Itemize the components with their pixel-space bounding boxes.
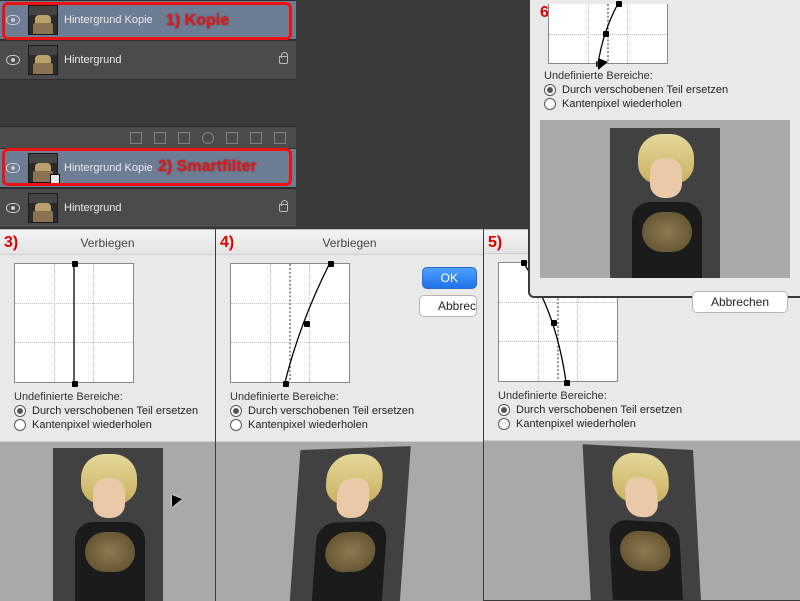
radio-icon — [14, 405, 26, 417]
radio-icon — [230, 405, 242, 417]
radio-replace[interactable]: Durch verschobenen Teil ersetzen — [544, 84, 800, 96]
layer-thumbnail[interactable] — [28, 193, 58, 223]
eye-icon — [6, 15, 20, 25]
radio-icon — [498, 404, 510, 416]
radio-icon — [498, 418, 510, 430]
layer-name[interactable]: Hintergrund — [64, 54, 268, 66]
radio-replace[interactable]: Durch verschobenen Teil ersetzen — [498, 404, 800, 416]
layers-panel-a: Hintergrund Kopie Hintergrund — [0, 0, 296, 80]
eye-icon — [6, 55, 20, 65]
dialog-title: Verbiegen — [0, 230, 215, 255]
lock-slot — [274, 56, 292, 64]
layers-panel-footer — [0, 126, 296, 148]
preview-figure — [289, 446, 411, 601]
step-number: 5) — [488, 234, 502, 252]
lock-icon — [279, 56, 288, 64]
verbiegen-dialog-6: 6) Undefinierte Bereiche: Durch verschob… — [528, 0, 800, 298]
undefined-areas-label: Undefinierte Bereiche: — [230, 391, 483, 403]
visibility-toggle[interactable] — [4, 199, 22, 217]
preview-area — [216, 441, 483, 601]
radio-icon — [230, 419, 242, 431]
visibility-toggle[interactable] — [4, 11, 22, 29]
undefined-areas-label: Undefinierte Bereiche: — [14, 391, 215, 403]
verbiegen-dialog-3: 3) Verbiegen Undefinierte Bereiche: Durc… — [0, 229, 215, 600]
radio-repeat[interactable]: Kantenpixel wiederholen — [498, 418, 800, 430]
radio-icon — [544, 84, 556, 96]
trash-icon[interactable] — [274, 132, 286, 144]
step-number: 4) — [220, 234, 234, 252]
annotation-label-2: 2) Smartfilter — [158, 158, 257, 176]
mask-icon[interactable] — [178, 132, 190, 144]
shear-grid[interactable] — [230, 263, 350, 383]
new-layer-icon[interactable] — [250, 132, 262, 144]
undefined-areas-label: Undefinierte Bereiche: — [544, 70, 800, 82]
layer-thumbnail[interactable] — [28, 45, 58, 75]
radio-icon — [544, 98, 556, 110]
preview-figure — [583, 444, 702, 600]
radio-repeat[interactable]: Kantenpixel wiederholen — [230, 419, 483, 431]
eye-icon — [6, 163, 20, 173]
adjustment-icon[interactable] — [202, 132, 214, 144]
shear-grid[interactable] — [14, 263, 134, 383]
preview-area — [484, 440, 800, 600]
preview-figure — [53, 448, 163, 601]
smart-object-badge-icon — [50, 174, 60, 184]
layer-thumbnail[interactable] — [28, 5, 58, 35]
visibility-toggle[interactable] — [4, 159, 22, 177]
eye-icon — [6, 203, 20, 213]
radio-icon — [14, 419, 26, 431]
dialog-title: Verbiegen — [216, 230, 483, 255]
dialog-buttons: OK Abbrechen — [419, 264, 477, 320]
fx-icon[interactable] — [154, 132, 166, 144]
step-number: 3) — [4, 234, 18, 252]
shear-grid[interactable] — [548, 4, 668, 64]
preview-area — [540, 120, 790, 278]
layer-name[interactable]: Hintergrund — [64, 202, 268, 214]
verbiegen-dialog-4: 4) Verbiegen OK Abbrechen Undefinierte B… — [216, 229, 483, 600]
cancel-button[interactable]: Abbrechen — [419, 295, 477, 317]
radio-replace[interactable]: Durch verschobenen Teil ersetzen — [230, 405, 483, 417]
folder-icon[interactable] — [226, 132, 238, 144]
ok-button[interactable]: OK — [422, 267, 477, 289]
layer-row[interactable]: Hintergrund Kopie — [0, 0, 296, 40]
layer-row[interactable]: Hintergrund — [0, 40, 296, 80]
layer-row[interactable]: Hintergrund — [0, 188, 296, 228]
preview-figure — [610, 128, 720, 278]
cancel-button[interactable]: Abbrechen — [692, 291, 788, 313]
radio-replace[interactable]: Durch verschobenen Teil ersetzen — [14, 405, 215, 417]
preview-area — [0, 441, 215, 601]
undefined-areas-label: Undefinierte Bereiche: — [498, 390, 800, 402]
visibility-toggle[interactable] — [4, 51, 22, 69]
annotation-label-1: 1) Kopie — [166, 12, 229, 30]
radio-repeat[interactable]: Kantenpixel wiederholen — [14, 419, 215, 431]
link-icon[interactable] — [130, 132, 142, 144]
lock-slot — [274, 204, 292, 212]
lock-icon — [279, 204, 288, 212]
radio-repeat[interactable]: Kantenpixel wiederholen — [544, 98, 800, 110]
